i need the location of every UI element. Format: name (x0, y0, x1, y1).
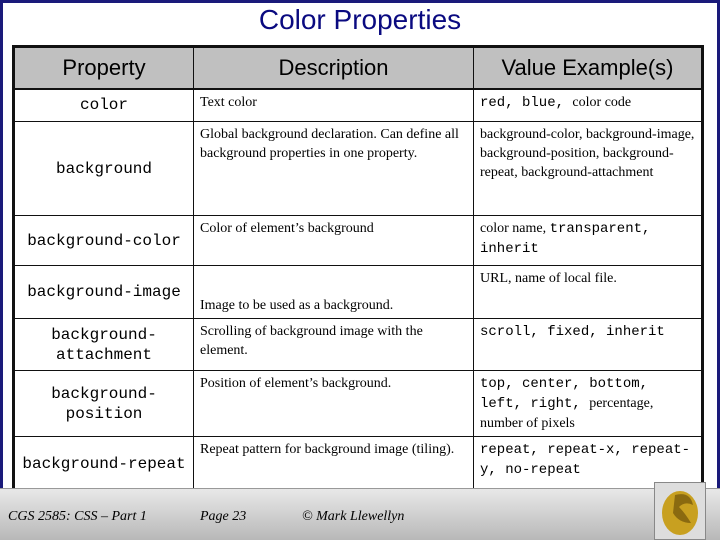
table-row: background-image Image to be used as a ba… (13, 265, 703, 319)
footer-course: CGS 2585: CSS – Part 1 (8, 509, 147, 524)
table-row: background Global background declaration.… (13, 121, 703, 216)
value-cell: color name, transparent, inherit (473, 215, 703, 266)
table-row: background-attachment Scrolling of backgr… (13, 318, 703, 371)
value-cell: URL, name of local file. (473, 265, 703, 319)
property-cell: color (13, 88, 194, 122)
description-cell: Global background declaration. Can defin… (193, 121, 474, 216)
description-cell: Repeat pattern for background image (til… (193, 436, 474, 492)
value-text: red, blue, (480, 94, 573, 111)
slide-title: Color Properties (258, 4, 462, 35)
header-description: Description (193, 46, 474, 90)
property-cell: background-image (13, 265, 194, 319)
value-text: scroll, fixed, inherit (480, 324, 665, 340)
footer-page: Page 23 (200, 509, 247, 524)
property-cell: background-attachment (13, 318, 194, 371)
value-cell: background-color, background-image, back… (473, 121, 703, 216)
ucf-pegasus-logo (654, 482, 706, 540)
header-value: Value Example(s) (473, 46, 703, 90)
value-text: color name, (480, 221, 550, 236)
value-cell: top, center, bottom, left, right, percen… (473, 370, 703, 437)
description-cell: Color of element’s background (193, 215, 474, 266)
value-text: URL, name of local file. (480, 271, 617, 286)
property-cell: background-repeat (13, 436, 194, 492)
description-cell: Position of element’s background. (193, 370, 474, 437)
table-row: color Text color red, blue, color code (13, 88, 703, 122)
table-row: background-position Position of element’s… (13, 370, 703, 437)
value-cell: red, blue, color code (473, 88, 703, 122)
value-cell: scroll, fixed, inherit (473, 318, 703, 371)
description-cell: Text color (193, 88, 474, 122)
table-row: background-color Color of element’s backg… (13, 215, 703, 266)
footer-bar: CGS 2585: CSS – Part 1 Page 23 © Mark Ll… (0, 488, 720, 540)
property-cell: background (13, 121, 194, 216)
properties-table: Property Description Value Example(s) co… (12, 45, 704, 493)
property-cell: background-color (13, 215, 194, 266)
footer-author: © Mark Llewellyn (302, 509, 405, 524)
description-cell: Image to be used as a background. (193, 265, 474, 319)
description-cell: Scrolling of background image with the e… (193, 318, 474, 371)
value-text: background-color, background-image, back… (480, 127, 695, 180)
table-row: background-repeat Repeat pattern for back… (13, 436, 703, 492)
value-text: color code (572, 94, 632, 110)
property-cell: background-position (13, 370, 194, 437)
value-text: repeat, repeat-x, repeat-y, no-repeat (480, 442, 691, 478)
header-property: Property (13, 46, 194, 90)
